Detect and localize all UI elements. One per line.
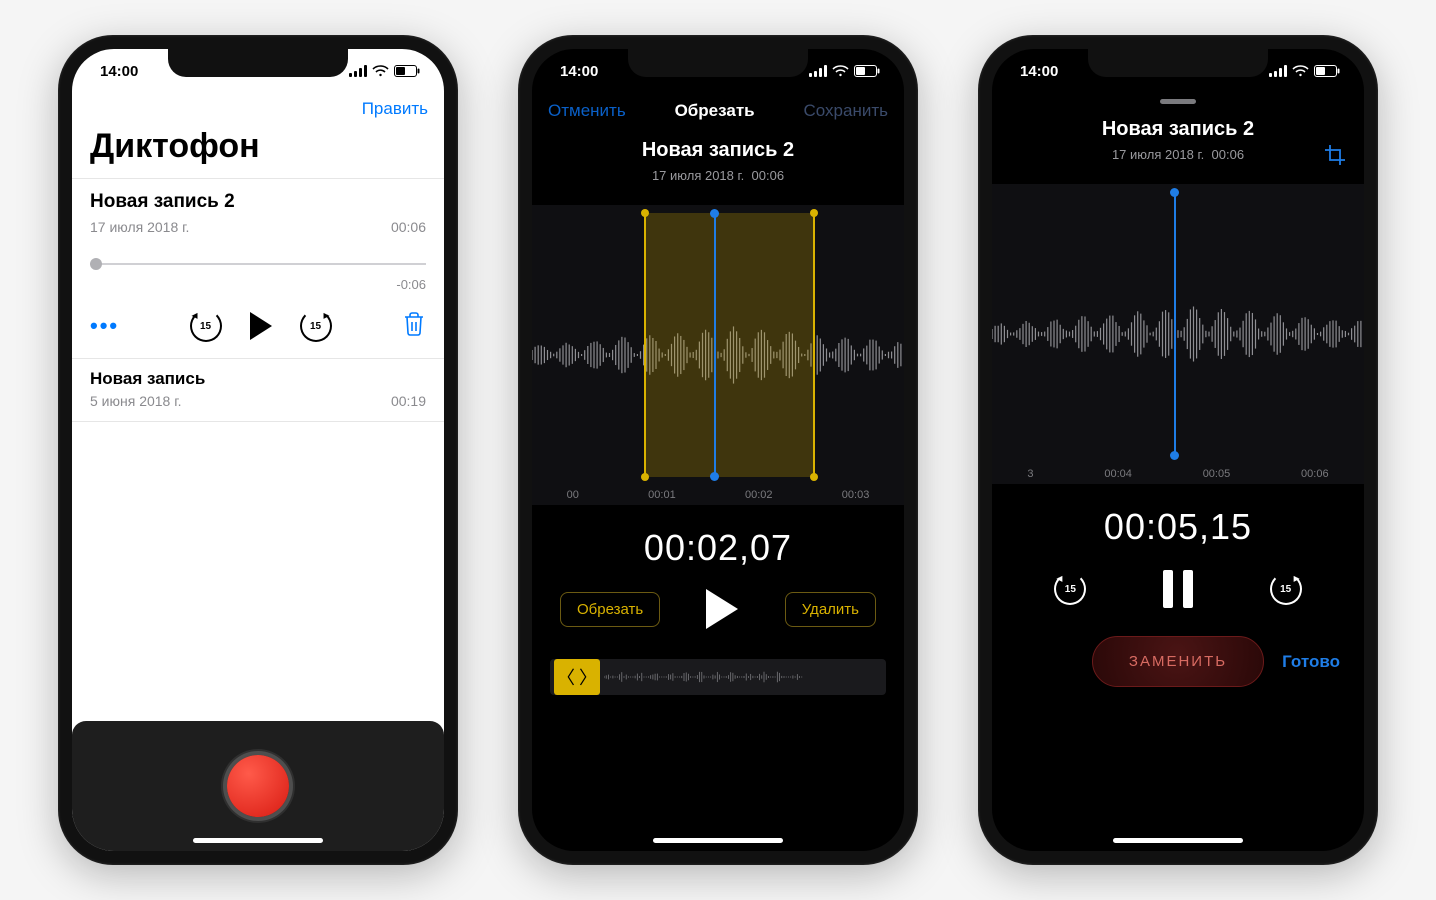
recording-date: 17 июля 2018 г. xyxy=(90,219,189,235)
waveform-editor[interactable]: 3 00:04 00:05 00:06 xyxy=(992,184,1364,484)
recording-subtitle: 17 июля 2018 г. 00:06 xyxy=(992,147,1364,162)
handle-left-icon[interactable]: 〈 xyxy=(557,664,575,690)
current-time: 00:05,15 xyxy=(992,506,1364,548)
recording-title: Новая запись 2 xyxy=(992,118,1364,141)
phone-2: 14:00 Отменить Обрезать Сохранить Новая … xyxy=(518,35,918,865)
done-button[interactable]: Готово xyxy=(1280,652,1340,672)
playhead[interactable] xyxy=(1174,192,1176,456)
home-indicator[interactable] xyxy=(193,838,323,843)
recording-expanded[interactable]: Новая запись 2 17 июля 2018 г. 00:06 -0:… xyxy=(72,178,444,359)
status-icons xyxy=(809,65,880,77)
recording-subtitle: 17 июля 2018 г. 00:06 xyxy=(532,168,904,183)
recording-title: Новая запись 2 xyxy=(90,191,426,213)
record-button[interactable] xyxy=(227,755,289,817)
recording-duration: 00:19 xyxy=(391,393,426,409)
nav-title: Обрезать xyxy=(675,101,755,121)
edit-button[interactable]: Править xyxy=(362,99,428,119)
status-time: 14:00 xyxy=(1020,63,1058,80)
home-indicator[interactable] xyxy=(653,838,783,843)
more-icon[interactable]: ••• xyxy=(90,313,119,339)
time-axis: 00 00:01 00:02 00:03 xyxy=(532,489,904,501)
recording-title: Новая запись xyxy=(90,369,426,389)
mini-selection[interactable]: 〈 〉 xyxy=(554,659,600,695)
status-icons xyxy=(1269,65,1340,77)
pause-button[interactable] xyxy=(1163,570,1193,608)
save-button[interactable]: Сохранить xyxy=(804,101,888,121)
playhead[interactable] xyxy=(714,213,716,477)
skip-forward-15-button[interactable]: 15▸ xyxy=(300,310,332,342)
phone-3: 14:00 Новая запись 2 17 июля 2018 г. 00:… xyxy=(978,35,1378,865)
delete-button[interactable]: Удалить xyxy=(785,592,876,627)
time-remaining: -0:06 xyxy=(90,277,426,292)
app-title: Диктофон xyxy=(72,119,444,178)
skip-back-15-button[interactable]: 15◂ xyxy=(1054,573,1086,605)
waveform-editor[interactable]: 00 00:01 00:02 00:03 xyxy=(532,205,904,505)
replace-button[interactable]: ЗАМЕНИТЬ xyxy=(1092,636,1264,687)
recording-duration: 00:06 xyxy=(391,219,426,235)
status-time: 14:00 xyxy=(100,63,138,80)
handle-right-icon[interactable]: 〉 xyxy=(579,664,597,690)
skip-forward-15-button[interactable]: 15▸ xyxy=(1270,573,1302,605)
trim-button[interactable]: Обрезать xyxy=(560,592,660,627)
time-axis: 3 00:04 00:05 00:06 xyxy=(992,468,1364,480)
notch xyxy=(628,49,808,77)
status-icons xyxy=(349,65,420,77)
play-button[interactable] xyxy=(250,312,272,340)
notch xyxy=(168,49,348,77)
record-panel xyxy=(72,721,444,851)
notch xyxy=(1088,49,1268,77)
recording-title: Новая запись 2 xyxy=(532,139,904,162)
mini-scrubber[interactable]: 〈 〉 xyxy=(550,659,886,695)
trash-icon[interactable] xyxy=(402,311,426,342)
progress-slider[interactable] xyxy=(90,255,426,275)
play-button[interactable] xyxy=(706,589,738,629)
home-indicator[interactable] xyxy=(1113,838,1243,843)
phone-1: 14:00 Править Диктофон Новая запись 2 17… xyxy=(58,35,458,865)
recording-row[interactable]: Новая запись 5 июня 2018 г. 00:19 xyxy=(72,359,444,422)
current-time: 00:02,07 xyxy=(532,527,904,569)
status-time: 14:00 xyxy=(560,63,598,80)
crop-icon[interactable] xyxy=(1324,144,1346,171)
trim-selection[interactable] xyxy=(644,213,815,477)
cancel-button[interactable]: Отменить xyxy=(548,101,626,121)
skip-back-15-button[interactable]: 15◂ xyxy=(190,310,222,342)
recording-date: 5 июня 2018 г. xyxy=(90,393,182,409)
